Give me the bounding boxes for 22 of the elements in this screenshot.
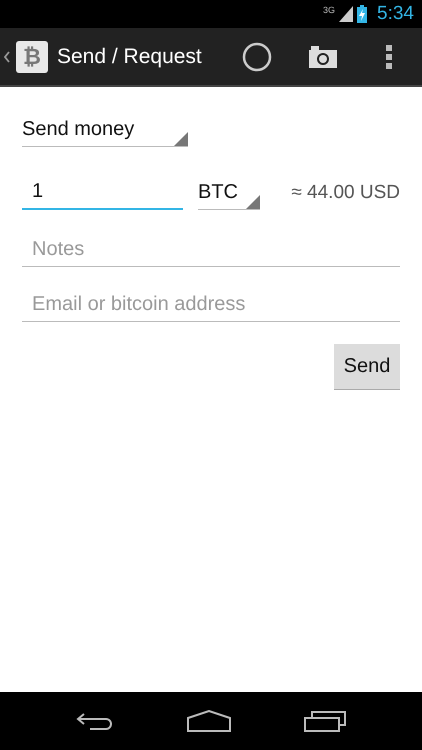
screen-title: Send / Request bbox=[57, 44, 203, 68]
network-type: 3G bbox=[323, 5, 336, 15]
battery-icon bbox=[357, 5, 368, 23]
text-field[interactable]: Notes bbox=[22, 234, 400, 267]
send-button[interactable]: Send bbox=[334, 344, 400, 390]
camera-icon[interactable] bbox=[309, 46, 337, 68]
dropdown-triangle-icon bbox=[174, 132, 188, 146]
home-icon[interactable] bbox=[186, 710, 231, 732]
recent-apps-icon[interactable] bbox=[304, 710, 346, 732]
progress-spinner-icon bbox=[242, 42, 272, 72]
status-time: 5:34 bbox=[377, 3, 414, 25]
back-icon[interactable] bbox=[76, 711, 114, 731]
up-caret-icon[interactable] bbox=[4, 50, 10, 62]
overflow-menu-icon[interactable] bbox=[386, 44, 392, 68]
amount-field[interactable]: 1 bbox=[22, 176, 183, 210]
text-field[interactable]: Email or bitcoin address bbox=[22, 289, 400, 322]
signal-icon bbox=[339, 6, 354, 22]
mode-dropdown[interactable]: Send money bbox=[22, 114, 188, 147]
currency-dropdown[interactable]: BTC bbox=[198, 177, 260, 210]
dropdown-triangle-icon bbox=[246, 195, 260, 209]
conversion-text: ≈ 44.00 USD bbox=[291, 182, 400, 204]
app-icon[interactable]: ₿ bbox=[16, 40, 48, 72]
